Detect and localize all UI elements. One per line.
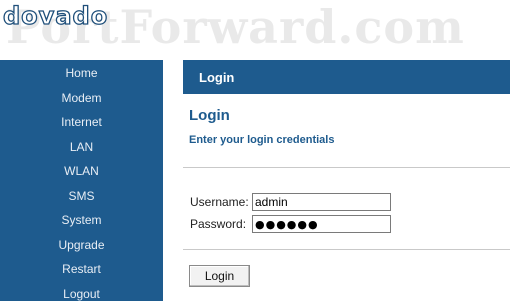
nav-item-system[interactable]: System	[0, 208, 163, 233]
login-button[interactable]: Login	[189, 265, 250, 287]
page-subtitle: Enter your login credentials	[189, 134, 334, 146]
sidebar-nav: Home Modem Internet LAN WLAN SMS System …	[0, 60, 163, 301]
username-input[interactable]	[252, 193, 391, 211]
panel-header: Login	[183, 60, 510, 94]
nav-item-restart[interactable]: Restart	[0, 257, 163, 282]
page-title: Login	[189, 107, 230, 124]
divider-top	[183, 167, 510, 168]
password-input[interactable]	[252, 215, 391, 233]
panel-header-title: Login	[199, 70, 234, 85]
nav-item-upgrade[interactable]: Upgrade	[0, 233, 163, 258]
dovado-logo: dovado	[3, 2, 108, 30]
nav-item-modem[interactable]: Modem	[0, 86, 163, 111]
nav-item-home[interactable]: Home	[0, 61, 163, 86]
password-label: Password:	[190, 217, 246, 231]
nav-item-wlan[interactable]: WLAN	[0, 159, 163, 184]
nav-item-logout[interactable]: Logout	[0, 282, 163, 306]
nav-item-internet[interactable]: Internet	[0, 110, 163, 135]
header: PortForward.com dovado	[0, 0, 510, 60]
nav-item-lan[interactable]: LAN	[0, 135, 163, 160]
username-label: Username:	[190, 195, 249, 209]
nav-item-sms[interactable]: SMS	[0, 184, 163, 209]
divider-bottom	[183, 249, 510, 250]
